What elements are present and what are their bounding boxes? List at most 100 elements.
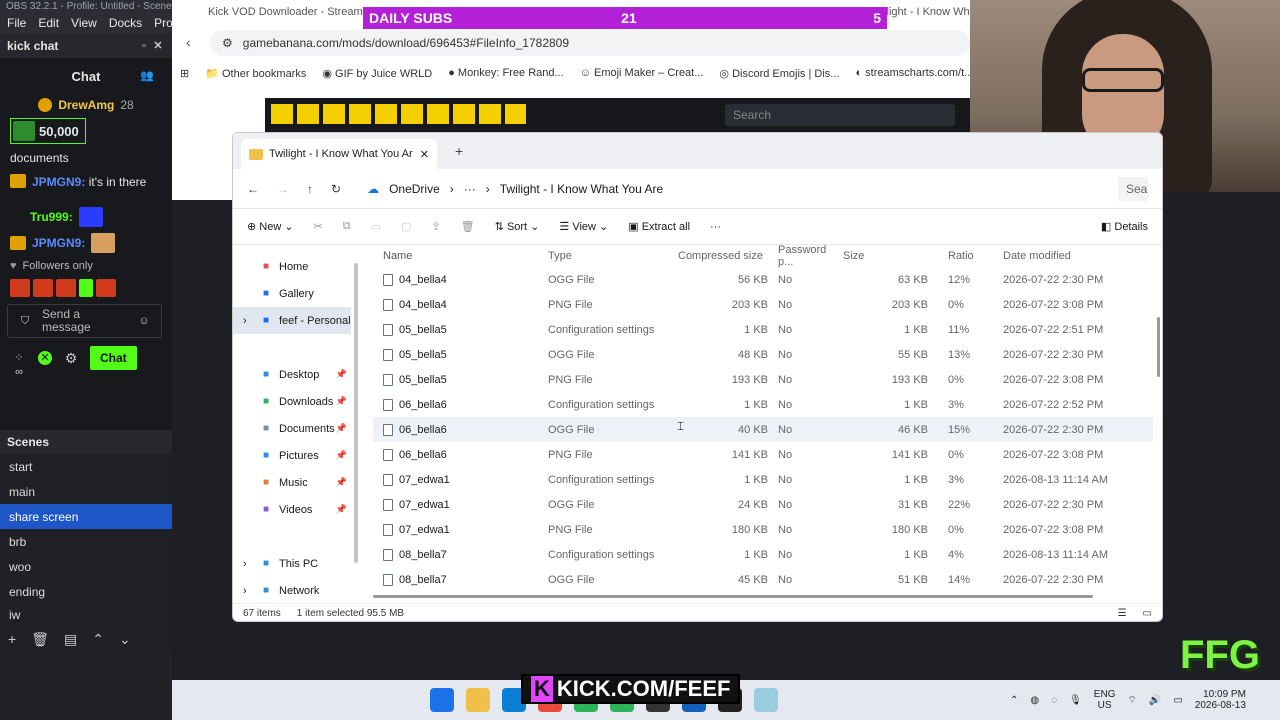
expand-chevron-icon[interactable]: › (243, 585, 247, 597)
scene-item[interactable]: woo (0, 554, 172, 579)
site-search-input[interactable]: Search (725, 104, 955, 126)
move-up-icon[interactable]: ⌃ (92, 631, 104, 648)
column-password[interactable]: Password p... (778, 244, 843, 268)
list-vertical-scrollbar[interactable] (1157, 317, 1160, 377)
column-type[interactable]: Type (548, 250, 678, 262)
scene-item[interactable]: brb (0, 529, 172, 554)
volume-icon[interactable]: 🔊 (1149, 695, 1161, 706)
scene-item[interactable]: main (0, 479, 172, 504)
emote-icon[interactable] (33, 279, 53, 297)
browser-tab[interactable]: Kick VOD Downloader - Streams Ch (194, 0, 384, 24)
scene-item[interactable]: ending (0, 579, 172, 604)
undock-icon[interactable]: ▫ (137, 39, 151, 53)
nav-item[interactable]: ■ Desktop 📌 (233, 361, 351, 388)
column-size[interactable]: Size (843, 250, 938, 262)
new-button[interactable]: ⊕ New ⌄ (247, 220, 294, 233)
scene-filters-icon[interactable]: ▤ (64, 631, 77, 648)
language-indicator[interactable]: ENG US (1094, 689, 1116, 711)
settings-icon[interactable]: ⚙ (64, 351, 78, 365)
file-row[interactable]: 06_bella6 PNG File 141 KB No 141 KB 0% 2026-07… (373, 442, 1153, 467)
menu-docks[interactable]: Docks (109, 16, 142, 32)
forward-icon[interactable]: → (277, 182, 289, 196)
connections-icon[interactable]: ⁘∞ (12, 351, 26, 378)
nav-item[interactable]: › ■ This PC (233, 550, 351, 577)
scene-item-selected[interactable]: share screen (0, 504, 172, 529)
column-date[interactable]: Date modified (1003, 250, 1113, 262)
up-icon[interactable]: ↑ (307, 182, 313, 196)
explorer-tab[interactable]: Twilight - I Know What You Ar ✕ (241, 139, 437, 169)
move-down-icon[interactable]: ⌄ (119, 631, 131, 648)
extract-all-button[interactable]: ▣ Extract all (628, 220, 690, 233)
app-icon[interactable] (754, 688, 778, 712)
new-tab-icon[interactable]: + (455, 143, 463, 159)
nav-item[interactable]: › ■ Network (233, 577, 351, 604)
explorer-search-input[interactable]: Sea (1118, 176, 1148, 201)
network-icon[interactable]: ◌ (1051, 695, 1057, 706)
back-icon[interactable]: ‹ (186, 34, 191, 51)
file-row[interactable]: 05_bella5 Configuration settings 1 KB No 1 K… (373, 317, 1153, 342)
nav-item[interactable]: ■ Videos 📌 (233, 496, 351, 523)
sort-button[interactable]: ⇅ Sort ⌄ (495, 220, 540, 233)
details-button[interactable]: ◧ Details (1101, 220, 1148, 233)
microphone-icon[interactable]: 🎙 (1069, 695, 1082, 706)
chat-username[interactable]: JPMGN9: (32, 236, 85, 250)
file-row[interactable]: 04_bella4 OGG File 56 KB No 63 KB 12% 2026-07-… (373, 267, 1153, 292)
file-row[interactable]: 08_bella7 Configuration settings 1 KB No 1 K… (373, 542, 1153, 567)
emote-icon[interactable] (10, 279, 30, 297)
breadcrumb-folder[interactable]: Twilight - I Know What You Are (500, 182, 663, 196)
breadcrumb-root[interactable]: OneDrive (389, 182, 440, 196)
refresh-icon[interactable]: ↻ (331, 182, 341, 196)
share-icon[interactable]: ⇪ (431, 220, 440, 233)
bookmark-item[interactable]: ● Monkey: Free Rand... (448, 67, 563, 79)
file-row[interactable]: 05_bella5 PNG File 193 KB No 193 KB 0% 2026-07… (373, 367, 1153, 392)
nav-item[interactable]: ■ Home (233, 253, 351, 280)
apps-icon[interactable]: ⊞ (180, 67, 189, 80)
clock[interactable]: 10:09 PM 2026-08-13 (1195, 689, 1246, 711)
menu-view[interactable]: View (71, 16, 97, 32)
bookmark-item[interactable]: 📁 Other bookmarks (205, 67, 306, 80)
copy-icon[interactable]: ⧉ (343, 220, 351, 233)
file-row[interactable]: 04_bella4 PNG File 203 KB No 203 KB 0% 2026-07… (373, 292, 1153, 317)
file-row[interactable]: 05_bella5 OGG File 48 KB No 55 KB 13% 2026-07-… (373, 342, 1153, 367)
nav-item[interactable]: › ■ feef - Personal (233, 307, 351, 334)
back-icon[interactable]: ← (247, 182, 259, 196)
emote-icon[interactable] (96, 279, 116, 297)
bookmark-item[interactable]: ◐ streamscharts.com/t... (855, 67, 970, 79)
chat-send-button[interactable]: Chat (90, 346, 137, 370)
list-horizontal-scrollbar[interactable] (373, 595, 1093, 598)
nav-item[interactable]: ■ Downloads 📌 (233, 388, 351, 415)
file-explorer-icon[interactable] (466, 688, 490, 712)
expand-chevron-icon[interactable]: › (243, 558, 247, 570)
paste-icon[interactable]: ▭ (371, 220, 381, 233)
menu-edit[interactable]: Edit (38, 16, 59, 32)
bookmark-item[interactable]: ◉ GIF by Juice WRLD (322, 67, 432, 80)
top-gifter-name[interactable]: DrewAmg (58, 98, 114, 112)
battery-icon[interactable]: ▭ (1173, 695, 1182, 706)
nav-item[interactable]: ■ Pictures 📌 (233, 442, 351, 469)
file-row[interactable]: 08_bella7 OGG File 45 KB No 51 KB 14% 2026-07-… (373, 567, 1153, 592)
address-bar[interactable]: ⚙ gamebanana.com/mods/download/696453#Fi… (210, 30, 970, 56)
start-icon[interactable] (430, 688, 454, 712)
file-row[interactable]: 07_edwa1 Configuration settings 1 KB No 1 KB… (373, 467, 1153, 492)
nav-item[interactable]: ■ Gallery (233, 280, 351, 307)
column-ratio[interactable]: Ratio (938, 250, 1003, 262)
remove-scene-icon[interactable]: 🗑 (31, 631, 49, 648)
nav-item[interactable]: ■ Documents 📌 (233, 415, 351, 442)
kick-icon[interactable]: ✕ (38, 351, 52, 365)
chat-username[interactable]: Tru999: (10, 210, 73, 224)
close-icon[interactable]: ✕ (151, 39, 165, 53)
tray-app-icon[interactable]: ◍ (1030, 695, 1039, 706)
column-name[interactable]: Name (373, 250, 548, 262)
gamebanana-logo[interactable] (271, 104, 526, 124)
bookmark-item[interactable]: ◎ Discord Emojis | Dis... (719, 67, 839, 80)
breadcrumb[interactable]: ☁ OneDrive › ··· › Twilight - I Know Wha… (359, 175, 671, 203)
file-row[interactable]: 06_bella6 OGG File 40 KB No 46 KB 15% 2026-07-… (373, 417, 1153, 442)
details-view-icon[interactable]: ☰ (1118, 608, 1127, 619)
tiles-view-icon[interactable]: ▭ (1143, 608, 1152, 619)
file-row[interactable]: 07_edwa1 OGG File 24 KB No 31 KB 22% 2026-07-2… (373, 492, 1153, 517)
users-icon[interactable]: 👥 (140, 69, 154, 83)
add-scene-icon[interactable]: + (8, 631, 16, 647)
expand-chevron-icon[interactable]: › (243, 315, 247, 327)
delete-icon[interactable]: 🗑 (461, 220, 475, 233)
menu-file[interactable]: File (7, 16, 26, 32)
